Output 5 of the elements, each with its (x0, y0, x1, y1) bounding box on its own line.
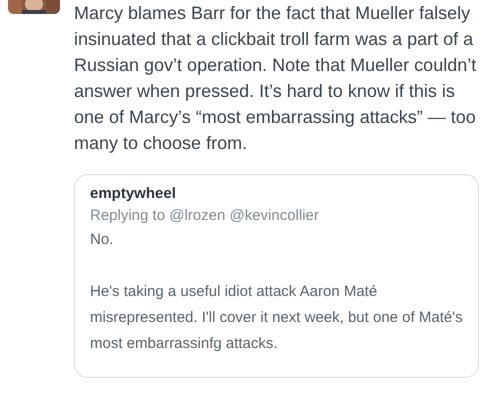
quoted-text: He's taking a useful idiot attack Aaron Maté misrepresented. I'll cover it next week, but one of Maté's most embarrassinfg attacks. (90, 282, 463, 354)
quoted-text: No. (90, 230, 114, 250)
tweet-text: Marcy blames Barr for the fact that Mueller falsely insinuated that a clickbait troll farm was a part of a Russian gov’t operation. Note that Mueller couldn’t answer when pressed. It’s hard to know if this is one of Marcy’s “most embarrassing attacks” — too many to choose from. (74, 2, 478, 155)
author-name: emptywheel (90, 184, 177, 204)
replying-to: Replying to @lrozen @kevincollier (90, 206, 320, 226)
